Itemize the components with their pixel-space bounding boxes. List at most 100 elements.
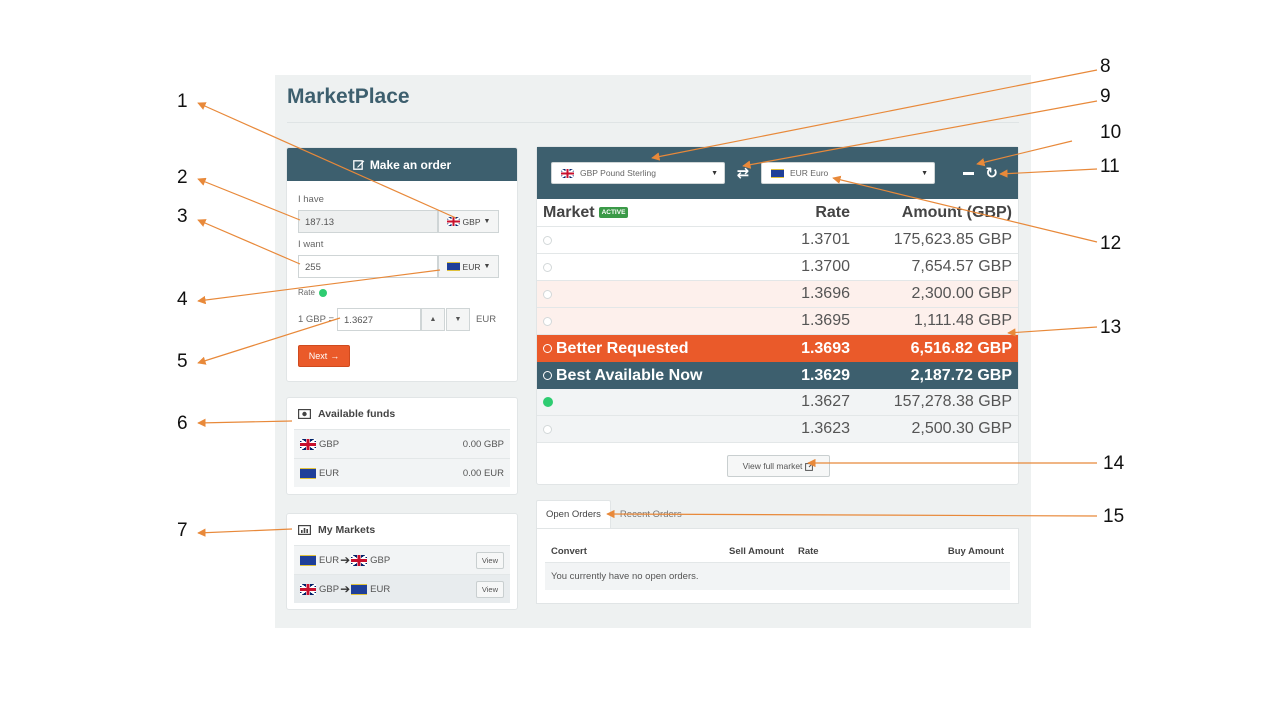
next-button[interactable]: Next → xyxy=(298,345,350,367)
eu-flag-icon xyxy=(300,554,316,566)
want-currency-select[interactable]: EUR ▼ xyxy=(438,255,499,278)
have-currency-value: GBP xyxy=(462,216,481,227)
have-currency-select[interactable]: GBP ▼ xyxy=(438,210,499,233)
row-rate: 1.3695 xyxy=(801,312,850,329)
callout-number-11: 11 xyxy=(1100,156,1120,177)
row-amount: 175,623.85 GBP xyxy=(893,231,1012,248)
want-currency-value: EUR xyxy=(462,261,481,272)
buy-amount-column-header: Buy Amount xyxy=(947,546,1004,557)
rate-label-text: Rate xyxy=(298,288,315,297)
row-amount: 6,516.82 GBP xyxy=(910,339,1012,357)
title-divider xyxy=(287,122,1019,123)
market-column-header: Market ACTIVE xyxy=(543,204,793,222)
market-from: EUR xyxy=(319,554,340,566)
want-amount-input[interactable]: 255 xyxy=(298,255,438,278)
view-market-button[interactable]: View xyxy=(475,551,504,569)
convert-column-header: Convert xyxy=(551,546,587,557)
funds-header: Available funds xyxy=(287,398,517,429)
row-label: Better Requested xyxy=(556,339,689,357)
row-rate: 1.3696 xyxy=(801,285,850,302)
row-amount: 2,500.30 GBP xyxy=(911,420,1012,437)
row-rate: 1.3629 xyxy=(801,366,850,384)
buy-currency-select[interactable]: EUR Euro ▼ xyxy=(761,162,935,184)
uk-flag-icon xyxy=(561,168,574,178)
amount-column-header: Amount (GBP) xyxy=(901,203,1012,221)
orders-table: Convert Sell Amount Rate Buy Amount You … xyxy=(536,528,1019,604)
row-radio[interactable] xyxy=(543,235,552,245)
orders-tabs: Open Orders Recent Orders xyxy=(536,500,1019,528)
row-amount: 1,111.48 GBP xyxy=(913,312,1012,329)
funds-currency: EUR xyxy=(319,467,340,479)
callout-number-2: 2 xyxy=(177,167,188,188)
refresh-icon[interactable]: ↻ xyxy=(985,164,998,182)
row-amount: 2,300.00 GBP xyxy=(911,285,1012,302)
better-requested-row[interactable]: Better Requested 1.3693 6,516.82 GBP xyxy=(537,335,1018,362)
swap-currencies-icon[interactable]: ⇄ xyxy=(725,164,761,182)
my-markets-panel: My Markets EUR ➔ GBP View GBP ➔ EUR View xyxy=(286,513,518,610)
callout-number-12: 12 xyxy=(1100,233,1122,254)
row-radio[interactable] xyxy=(543,289,552,299)
row-rate: 1.3693 xyxy=(801,339,850,357)
callout-number-3: 3 xyxy=(177,206,188,227)
callout-number-4: 4 xyxy=(177,289,188,310)
chevron-down-icon: ▼ xyxy=(454,316,462,323)
rate-increment-button[interactable]: ▲ xyxy=(421,308,446,331)
arrow-right-icon: ➔ xyxy=(340,582,351,596)
row-radio[interactable] xyxy=(543,344,552,353)
no-orders-message: You currently have no open orders. xyxy=(545,563,1010,590)
edit-icon xyxy=(352,159,365,171)
view-full-market-label: View full market xyxy=(742,461,803,471)
view-market-button[interactable]: View xyxy=(475,580,504,598)
callout-number-14: 14 xyxy=(1103,453,1125,474)
orders-table-header: Convert Sell Amount Rate Buy Amount xyxy=(545,529,1010,563)
chevron-down-icon: ▼ xyxy=(921,169,928,177)
view-full-market-button[interactable]: View full market xyxy=(727,455,830,477)
callout-number-1: 1 xyxy=(177,91,188,112)
selected-radio[interactable] xyxy=(543,397,553,407)
row-amount: 157,278.38 GBP xyxy=(893,393,1012,410)
have-amount-input[interactable]: 187.13 xyxy=(298,210,438,233)
market-row-gbp-eur: GBP ➔ EUR View xyxy=(294,574,510,603)
tab-open-orders[interactable]: Open Orders xyxy=(536,500,611,528)
book-row[interactable]: 1.3695 1,111.48 GBP xyxy=(537,308,1018,335)
sell-currency-value: GBP Pound Sterling xyxy=(580,168,656,178)
funds-currency: GBP xyxy=(319,438,340,450)
best-available-row[interactable]: Best Available Now 1.3629 2,187.72 GBP xyxy=(537,362,1018,389)
tab-recent-orders[interactable]: Recent Orders xyxy=(611,501,691,528)
book-row[interactable]: 1.3700 7,654.57 GBP xyxy=(537,254,1018,281)
i-want-label: I want xyxy=(298,239,324,250)
book-column-headers: Market ACTIVE Rate Amount (GBP) xyxy=(537,199,1018,227)
rate-decrement-button[interactable]: ▼ xyxy=(446,308,471,331)
market-row-eur-gbp: EUR ➔ GBP View xyxy=(294,545,510,574)
book-row[interactable]: 1.3701 175,623.85 GBP xyxy=(537,227,1018,254)
active-badge: ACTIVE xyxy=(598,207,629,218)
book-row[interactable]: 1.3623 2,500.30 GBP xyxy=(537,416,1018,443)
callout-number-13: 13 xyxy=(1100,317,1122,338)
row-amount: 7,654.57 GBP xyxy=(911,258,1012,275)
row-radio[interactable] xyxy=(543,371,552,380)
next-button-label: Next xyxy=(308,351,328,361)
rate-input[interactable]: 1.3627 xyxy=(337,308,422,331)
funds-amount: 0.00 GBP xyxy=(462,438,504,450)
eu-flag-icon xyxy=(300,467,316,479)
row-radio[interactable] xyxy=(543,424,552,434)
header-controls: ↻ xyxy=(963,164,1004,182)
row-rate: 1.3700 xyxy=(801,258,850,275)
row-radio[interactable] xyxy=(543,316,552,326)
rate-column-header: Rate xyxy=(798,546,819,557)
chevron-down-icon: ▼ xyxy=(711,169,718,177)
market-to: GBP xyxy=(370,554,391,566)
page-title: MarketPlace xyxy=(287,85,410,108)
markets-header: My Markets xyxy=(287,514,517,545)
eu-flag-icon xyxy=(351,583,368,595)
book-row[interactable]: 1.3696 2,300.00 GBP xyxy=(537,281,1018,308)
bar-chart-icon xyxy=(298,524,311,535)
arrow-right-icon: ➔ xyxy=(340,553,351,567)
sell-amount-column-header: Sell Amount xyxy=(729,546,785,557)
minimize-icon[interactable] xyxy=(963,171,975,175)
sell-currency-select[interactable]: GBP Pound Sterling ▼ xyxy=(551,162,725,184)
uk-flag-icon xyxy=(300,438,316,450)
book-row[interactable]: 1.3627 157,278.38 GBP xyxy=(537,389,1018,416)
row-radio[interactable] xyxy=(543,262,552,272)
available-funds-panel: Available funds GBP 0.00 GBP EUR 0.00 EU… xyxy=(286,397,518,495)
